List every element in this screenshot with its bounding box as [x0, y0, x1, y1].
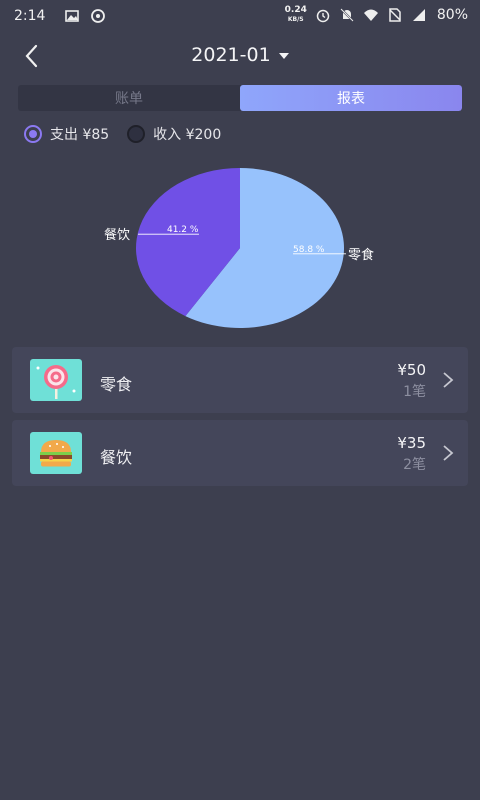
pie-chart: 58.8 % 零食 41.2 % 餐饮	[0, 160, 480, 340]
radio-checked-icon	[24, 125, 42, 143]
header: 2021-01	[0, 36, 480, 76]
battery-level: 80%	[436, 7, 468, 23]
chevron-right-icon	[443, 445, 454, 461]
category-count: 2笔	[403, 457, 426, 473]
sync-icon	[91, 9, 105, 23]
category-name: 餐饮	[100, 448, 133, 467]
status-bar: 2:14 0.24 KB/S 80%	[0, 0, 480, 32]
pie-chart-svg: 58.8 % 零食 41.2 % 餐饮	[104, 168, 374, 328]
alarm-icon	[316, 9, 330, 23]
signal-icon	[412, 9, 425, 21]
type-toggle: 支出 ¥85 收入 ¥200	[24, 124, 221, 144]
net-speed: 0.24 KB/S	[284, 5, 307, 24]
category-row-snacks[interactable]: 零食 ¥50 1笔	[12, 347, 468, 413]
status-right-icons: 0.24 KB/S 80%	[285, 6, 468, 24]
image-icon	[65, 10, 79, 22]
expense-label: 支出 ¥85	[50, 127, 110, 143]
category-count: 1笔	[403, 384, 426, 400]
pie-category-label: 餐饮	[104, 227, 130, 243]
mute-icon	[340, 8, 354, 22]
pie-percent-label: 41.2 %	[167, 225, 199, 235]
chevron-right-icon	[443, 372, 454, 388]
burger-icon	[30, 432, 82, 474]
expense-option[interactable]: 支出 ¥85	[24, 124, 109, 144]
status-time: 2:14	[14, 8, 46, 24]
income-label: 收入 ¥200	[153, 127, 222, 143]
tab-switcher: 账单 报表	[18, 85, 462, 111]
category-amount: ¥35	[397, 434, 426, 452]
tab-bill[interactable]: 账单	[18, 85, 240, 111]
category-amount: ¥50	[397, 361, 426, 379]
category-row-dining[interactable]: 餐饮 ¥35 2笔	[12, 420, 468, 486]
category-name: 零食	[100, 375, 133, 394]
radio-unchecked-icon	[127, 125, 146, 143]
pie-percent-label: 58.8 %	[293, 245, 325, 255]
tab-report[interactable]: 报表	[240, 85, 462, 111]
no-sim-icon	[389, 8, 401, 22]
month-label: 2021-01	[191, 44, 271, 66]
month-picker[interactable]: 2021-01	[0, 44, 480, 66]
income-option[interactable]: 收入 ¥200	[127, 124, 221, 144]
caret-down-icon	[278, 52, 289, 59]
lollipop-icon	[30, 359, 82, 401]
status-left-icons	[64, 8, 106, 24]
pie-category-label: 零食	[348, 247, 374, 263]
wifi-icon	[363, 9, 378, 21]
